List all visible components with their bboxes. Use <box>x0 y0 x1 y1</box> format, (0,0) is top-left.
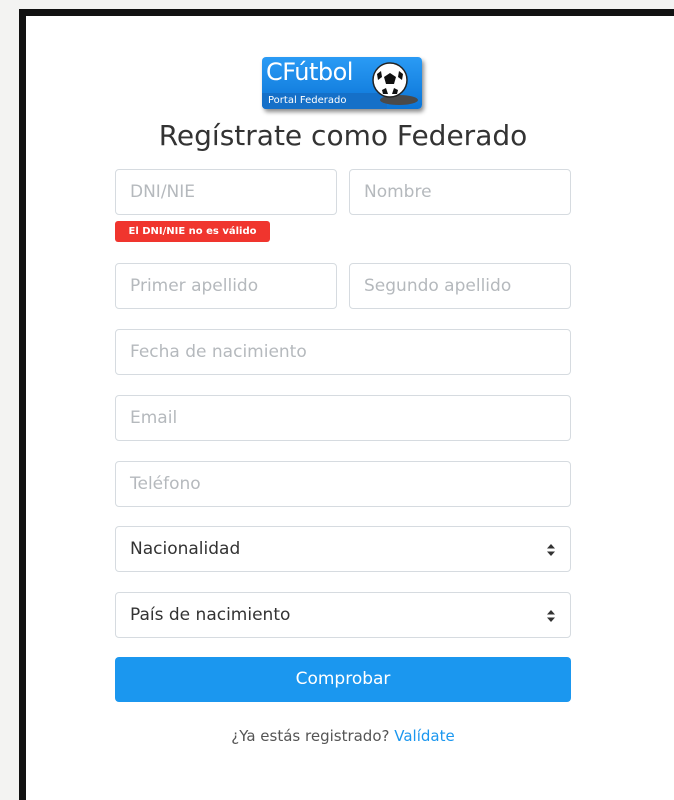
fecha-nacimiento-input[interactable]: Fecha de nacimiento <box>115 329 571 375</box>
cfutbol-logo: CFútbol Portal Federado <box>262 57 422 109</box>
nombre-input[interactable]: Nombre <box>349 169 571 215</box>
comprobar-button[interactable]: Comprobar <box>115 657 571 702</box>
select-caret-icon <box>547 544 555 556</box>
nacionalidad-select[interactable]: Nacionalidad <box>115 526 571 572</box>
login-prompt: ¿Ya estás registrado? Valídate <box>0 727 674 745</box>
page-title: Regístrate como Federado <box>158 119 528 152</box>
select-caret-icon <box>547 610 555 622</box>
primer-apellido-input[interactable]: Primer apellido <box>115 263 337 309</box>
segundo-apellido-input[interactable]: Segundo apellido <box>349 263 571 309</box>
nacionalidad-select-value: Nacionalidad <box>130 539 241 559</box>
validate-link[interactable]: Valídate <box>394 727 454 745</box>
pais-select-value: País de nacimiento <box>130 605 291 625</box>
dni-input[interactable]: DNI/NIE <box>115 169 337 215</box>
login-question: ¿Ya estás registrado? <box>231 727 390 745</box>
logo-text: CFútbol <box>266 58 353 86</box>
logo-subtitle: Portal Federado <box>262 93 387 109</box>
telefono-input[interactable]: Teléfono <box>115 461 571 507</box>
dni-error-badge: El DNI/NIE no es válido <box>115 221 270 242</box>
pais-nacimiento-select[interactable]: País de nacimiento <box>115 592 571 638</box>
email-input[interactable]: Email <box>115 395 571 441</box>
soccer-ball-icon <box>372 62 408 98</box>
